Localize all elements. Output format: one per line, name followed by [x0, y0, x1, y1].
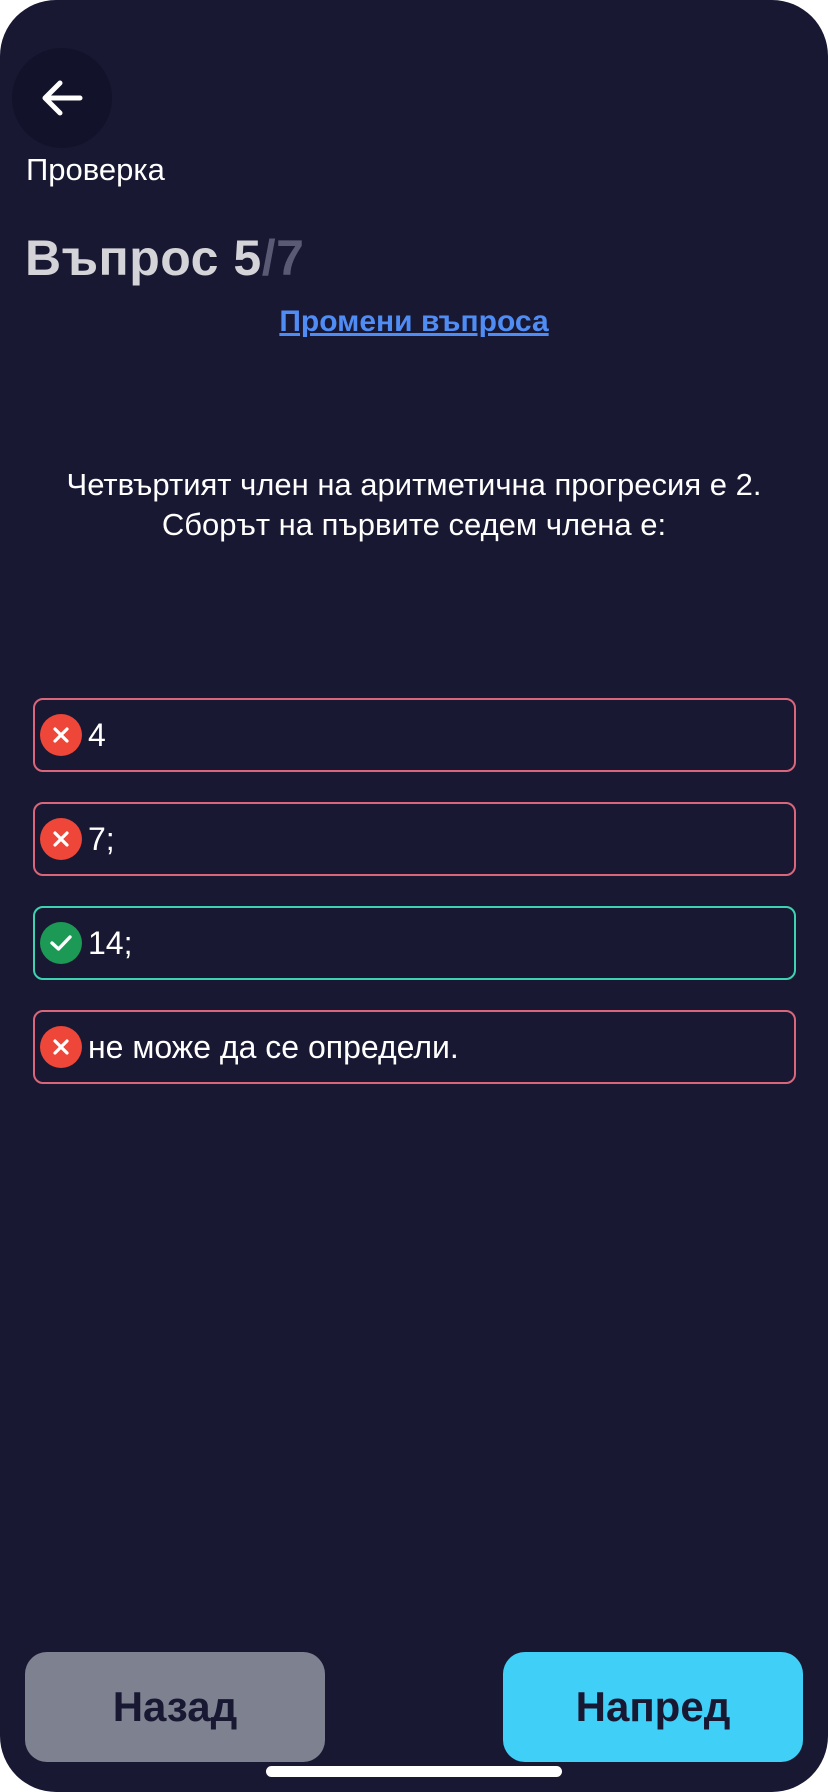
- question-text-line-1: Четвъртият член на аритметична прогресия…: [66, 467, 762, 502]
- answer-list: 4 7; 14; не може да се определи.: [33, 698, 796, 1114]
- answer-option[interactable]: не може да се определи.: [33, 1010, 796, 1084]
- answer-label: 14;: [88, 924, 133, 961]
- question-total: /7: [261, 230, 305, 286]
- arrow-left-icon: [42, 80, 83, 116]
- home-indicator[interactable]: [266, 1766, 562, 1777]
- question-counter: Въпрос 5/7: [25, 228, 304, 288]
- answer-label: 4: [88, 716, 106, 753]
- x-circle-icon: [40, 1026, 82, 1068]
- quiz-review-screen: Проверка Въпрос 5/7 Промени въпроса Четв…: [0, 0, 828, 1792]
- answer-option-correct[interactable]: 14;: [33, 906, 796, 980]
- x-circle-icon: [40, 818, 82, 860]
- back-button[interactable]: [12, 48, 112, 148]
- question-heading-prefix: Въпрос: [25, 230, 234, 286]
- screen-title: Проверка: [26, 152, 165, 187]
- answer-option[interactable]: 7;: [33, 802, 796, 876]
- question-current-number: 5: [233, 230, 262, 286]
- answer-option[interactable]: 4: [33, 698, 796, 772]
- x-circle-icon: [40, 714, 82, 756]
- previous-button[interactable]: Назад: [25, 1652, 325, 1762]
- change-question-link[interactable]: Промени въпроса: [0, 305, 828, 339]
- next-button[interactable]: Напред: [503, 1652, 803, 1762]
- question-text: Четвъртият член на аритметична прогресия…: [30, 465, 798, 545]
- check-circle-icon: [40, 922, 82, 964]
- question-text-line-2: Сборът на първите седем члена е:: [161, 507, 667, 542]
- answer-label: не може да се определи.: [88, 1028, 459, 1065]
- answer-label: 7;: [88, 820, 115, 857]
